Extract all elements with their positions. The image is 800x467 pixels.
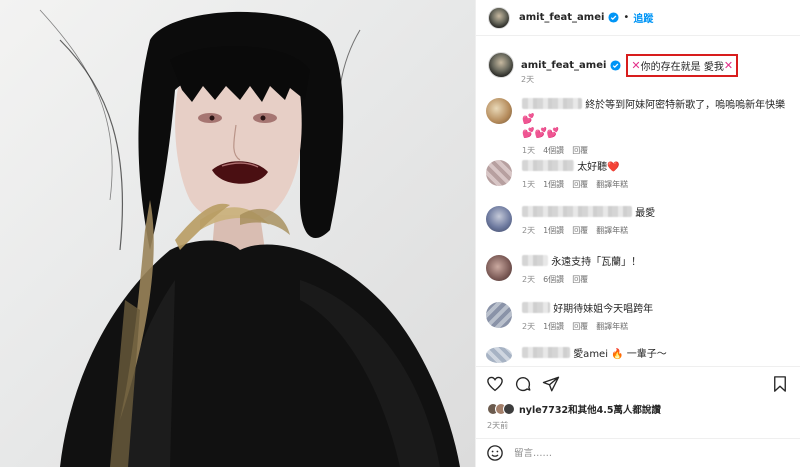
avatar[interactable]	[488, 6, 510, 29]
verified-badge-icon	[608, 12, 619, 23]
reply-button[interactable]: 回覆	[572, 225, 588, 236]
comment-avatar[interactable]	[486, 347, 512, 363]
comment-text: 愛amei 🔥 一輩子～	[573, 349, 667, 360]
likes-summary[interactable]: nyle7732和其他4.5萬人都說讚	[487, 402, 661, 416]
author-username[interactable]: amit_feat_amei	[519, 12, 604, 23]
heart-icon[interactable]	[486, 375, 504, 393]
comment-avatar[interactable]	[486, 206, 512, 232]
see-translation-button[interactable]: 翻譯年糕	[596, 179, 628, 190]
cross-mark-icon: ✕	[631, 59, 641, 72]
comment-time: 1天	[522, 146, 536, 155]
post-header: amit_feat_amei • 追蹤	[476, 0, 800, 36]
comment-avatar[interactable]	[486, 160, 512, 186]
verified-badge-icon	[610, 60, 621, 71]
comment-avatar[interactable]	[486, 98, 512, 124]
bookmark-icon[interactable]	[771, 375, 789, 393]
comment-composer	[476, 438, 800, 467]
comment-text: 最愛	[635, 208, 656, 219]
post-detail-panel: amit_feat_amei • 追蹤 amit_feat_amei ✕ 你的存…	[475, 0, 800, 467]
blurred-username[interactable]	[522, 347, 570, 358]
blurred-username[interactable]	[522, 160, 574, 171]
follow-button[interactable]: 追蹤	[633, 10, 653, 25]
blurred-username[interactable]	[522, 98, 582, 109]
caption-username[interactable]: amit_feat_amei	[521, 60, 606, 71]
likes-count[interactable]: nyle7732和其他4.5萬人都說讚	[519, 402, 661, 416]
comment-avatar[interactable]	[486, 302, 512, 328]
comment-text: 太好聽❤️	[577, 162, 620, 173]
blurred-username[interactable]	[522, 206, 632, 217]
comment-likes[interactable]: 1個讚	[543, 225, 564, 236]
cross-mark-icon: ✕	[723, 59, 734, 72]
comment-likes[interactable]: 1個讚	[543, 321, 564, 332]
comment-avatar[interactable]	[486, 255, 512, 281]
caption-avatar[interactable]	[488, 52, 514, 78]
post-timestamp: 2天前	[487, 421, 509, 430]
post-action-bar	[476, 366, 800, 400]
caption-text: 你的存在就是 愛我	[640, 62, 724, 73]
caption-text-highlight: ✕ 你的存在就是 愛我 ✕	[626, 54, 739, 77]
reply-button[interactable]: 回覆	[572, 274, 588, 285]
comment-text: 永遠支持「瓦蘭」！	[551, 257, 642, 268]
comment-likes[interactable]: 6個讚	[543, 274, 564, 285]
comment-time: 2天	[522, 226, 536, 235]
blurred-username[interactable]	[522, 255, 548, 266]
see-translation-button[interactable]: 翻譯年糕	[596, 321, 628, 332]
comment-time: 2天	[522, 322, 536, 331]
see-translation-button[interactable]: 翻譯年糕	[596, 225, 628, 236]
comment-likes[interactable]: 1個讚	[543, 179, 564, 190]
comment-bubble-icon[interactable]	[514, 375, 532, 393]
comment-input[interactable]	[514, 447, 764, 459]
separator-dot: •	[623, 12, 630, 23]
comment-text-line2: 💕💕💕	[522, 128, 560, 139]
comment-time: 2天	[522, 275, 536, 284]
paper-plane-icon[interactable]	[542, 375, 560, 393]
portrait-image	[39, 9, 460, 467]
comment-likes[interactable]: 4個讚	[543, 145, 564, 156]
comment-text: 好期待妹姐今天唱跨年	[553, 304, 654, 315]
reply-button[interactable]: 回覆	[572, 179, 588, 190]
reply-button[interactable]: 回覆	[572, 321, 588, 332]
blurred-username[interactable]	[522, 302, 550, 313]
comment-time: 1天	[522, 180, 536, 189]
reply-button[interactable]: 回覆	[572, 145, 588, 156]
post-photo	[0, 0, 475, 467]
caption-time: 2天	[521, 75, 535, 84]
smiley-icon[interactable]	[486, 444, 504, 462]
liker-avatar	[503, 403, 515, 415]
